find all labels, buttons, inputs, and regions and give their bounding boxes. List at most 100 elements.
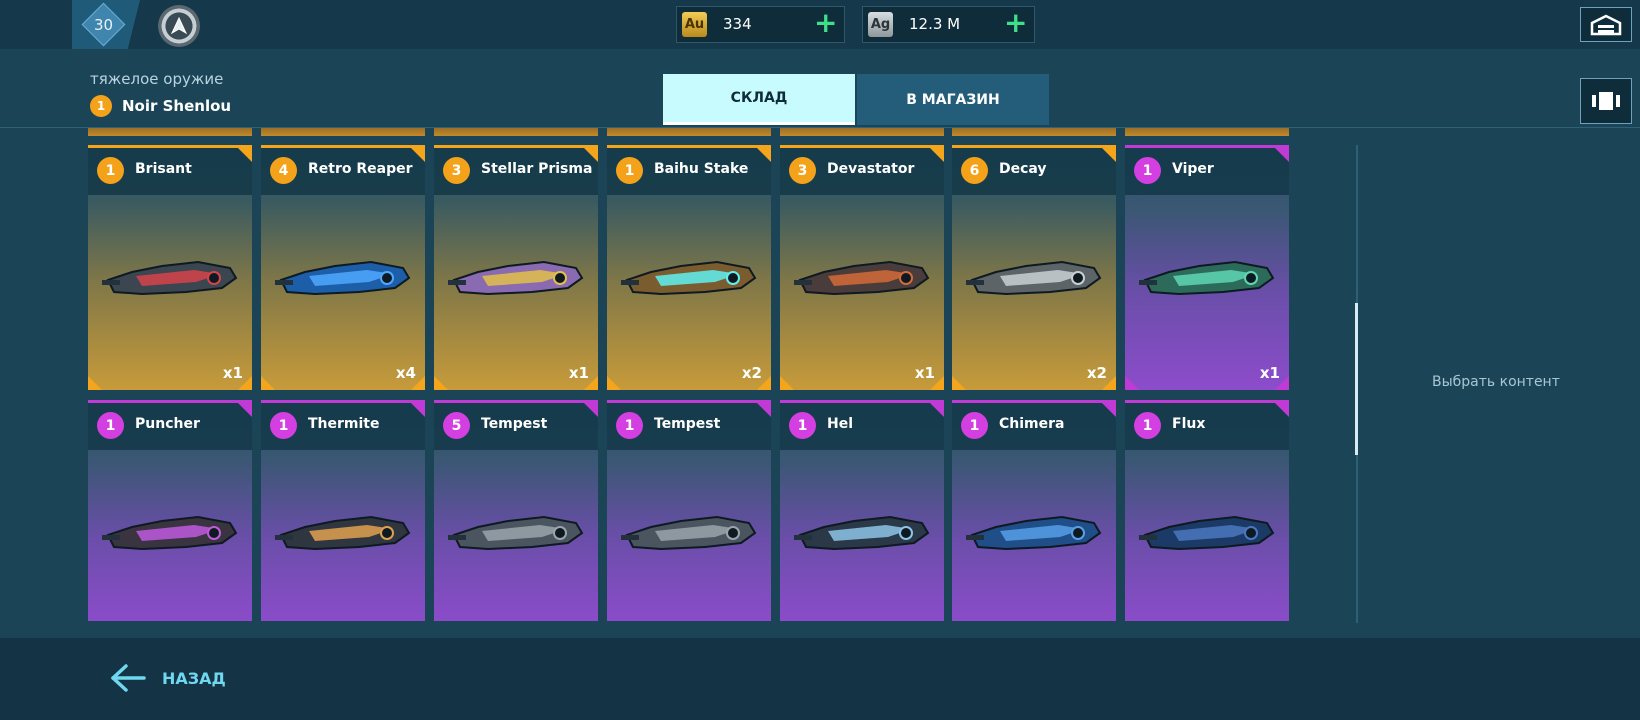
hangar-icon [1590,14,1622,35]
weapon-name: Puncher [135,416,200,432]
twin-barrel-icon [448,515,584,551]
weapon-name: Tempest [481,416,548,432]
weapon-name: Devastator [827,161,915,177]
view-toggle-button[interactable] [1580,78,1632,124]
rarity-corner [780,376,794,390]
card-peek [434,128,598,136]
weapon-card[interactable]: 3 Devastator x1 [780,145,944,390]
silver-coin-icon: Ag [868,12,893,37]
hel-cannon-icon [794,515,930,551]
card-peek [607,128,771,136]
hangar-button[interactable] [1580,7,1632,42]
weapon-card[interactable]: 1 Chimera [952,400,1116,621]
rarity-corner [1102,148,1116,162]
bottom-bar [0,638,1640,720]
weapon-card[interactable]: 1 Brisant x1 [88,145,252,390]
weapon-name: Flux [1172,416,1206,432]
gold-amount: 334 [723,15,752,33]
chimera-gun-icon [966,515,1102,551]
layout-icon [1592,92,1620,110]
weapon-rank-badge: 4 [270,157,297,184]
card-peek [952,128,1116,136]
player-level[interactable]: 30 [88,9,119,40]
rarity-corner [411,403,425,417]
tab-shop[interactable]: В МАГАЗИН [857,74,1049,125]
weapon-rank-badge: 3 [789,157,816,184]
back-label: НАЗАД [162,668,226,688]
weapon-card[interactable]: 1 Viper x1 [1125,145,1289,390]
gold-currency: Au 334 + [676,6,845,43]
add-gold-button[interactable]: + [814,9,837,37]
weapon-card[interactable]: 1 Hel [780,400,944,621]
weapon-card[interactable]: 1 Puncher [88,400,252,621]
weapon-card[interactable]: 1 Tempest [607,400,771,621]
weapon-name: Viper [1172,161,1214,177]
weapon-card[interactable]: 6 Decay x2 [952,145,1116,390]
add-silver-button[interactable]: + [1004,9,1027,37]
thermite-launcher-icon [275,515,411,551]
rarity-corner [411,148,425,162]
rarity-corner [930,148,944,162]
scrollbar-thumb[interactable] [1355,303,1358,455]
weapon-rank-badge: 1 [270,412,297,439]
weapon-name: Baihu Stake [654,161,749,177]
weapon-card[interactable]: 1 Flux [1125,400,1289,621]
gold-coin-icon: Au [682,12,707,37]
rarity-corner [261,376,275,390]
puncher-cannon-icon [102,515,238,551]
cannon-icon [794,260,930,296]
weapon-card[interactable]: 1 Baihu Stake x2 [607,145,771,390]
owner-row: 1 Noir Shenlou [90,95,231,117]
back-button[interactable]: НАЗАД [110,658,226,698]
weapon-rank-badge: 5 [443,412,470,439]
owner-rank-badge: 1 [90,95,112,117]
silver-currency: Ag 12.3 M + [862,6,1035,43]
weapon-name: Thermite [308,416,380,432]
rarity-corner [757,403,771,417]
weapon-name: Chimera [999,416,1065,432]
weapon-rank-badge: 1 [1134,157,1161,184]
gatling-icon [1139,260,1275,296]
arrow-left-icon [111,664,146,692]
select-content-placeholder: Выбрать контент [1432,374,1560,390]
weapon-rank-badge: 1 [1134,412,1161,439]
weapon-card[interactable]: 4 Retro Reaper x4 [261,145,425,390]
weapon-rank-badge: 1 [789,412,816,439]
weapon-rank-badge: 6 [961,157,988,184]
weapon-rank-badge: 3 [443,157,470,184]
weapon-quantity: x1 [1259,364,1280,382]
weapon-quantity: x1 [914,364,935,382]
rarity-corner [584,403,598,417]
weapon-grid[interactable]: 1 Brisant x1 4 Retro Reaper x4 3 Stellar Pris… [0,128,1290,621]
rarity-corner [952,376,966,390]
weapon-name: Decay [999,161,1047,177]
weapon-name: Tempest [654,416,721,432]
silver-amount: 12.3 M [909,15,961,33]
rarity-corner [238,148,252,162]
rank-emblem-icon[interactable] [158,5,200,47]
weapon-name: Stellar Prisma [481,161,593,177]
rarity-corner [238,403,252,417]
weapon-quantity: x1 [568,364,589,382]
weapon-quantity: x4 [395,364,416,382]
weapon-rank-badge: 1 [97,157,124,184]
weapon-card[interactable]: 5 Tempest [434,400,598,621]
owner-name: Noir Shenlou [122,97,232,115]
weapon-card[interactable]: 3 Stellar Prisma x1 [434,145,598,390]
prisma-gun-icon [448,260,584,296]
stake-lance-icon [621,260,757,296]
weapon-rank-badge: 1 [961,412,988,439]
tab-storage[interactable]: СКЛАД [663,74,855,125]
rarity-corner [607,376,621,390]
weapon-name: Brisant [135,161,192,177]
twin-barrel-icon [621,515,757,551]
weapon-rank-badge: 1 [616,157,643,184]
rarity-corner [1275,148,1289,162]
heavy-rifle-icon [102,260,238,296]
category-label: тяжелое оружие [90,70,224,88]
weapon-rank-badge: 1 [97,412,124,439]
rarity-corner [930,403,944,417]
weapon-quantity: x2 [741,364,762,382]
blue-rifle-icon [275,260,411,296]
weapon-card[interactable]: 1 Thermite [261,400,425,621]
